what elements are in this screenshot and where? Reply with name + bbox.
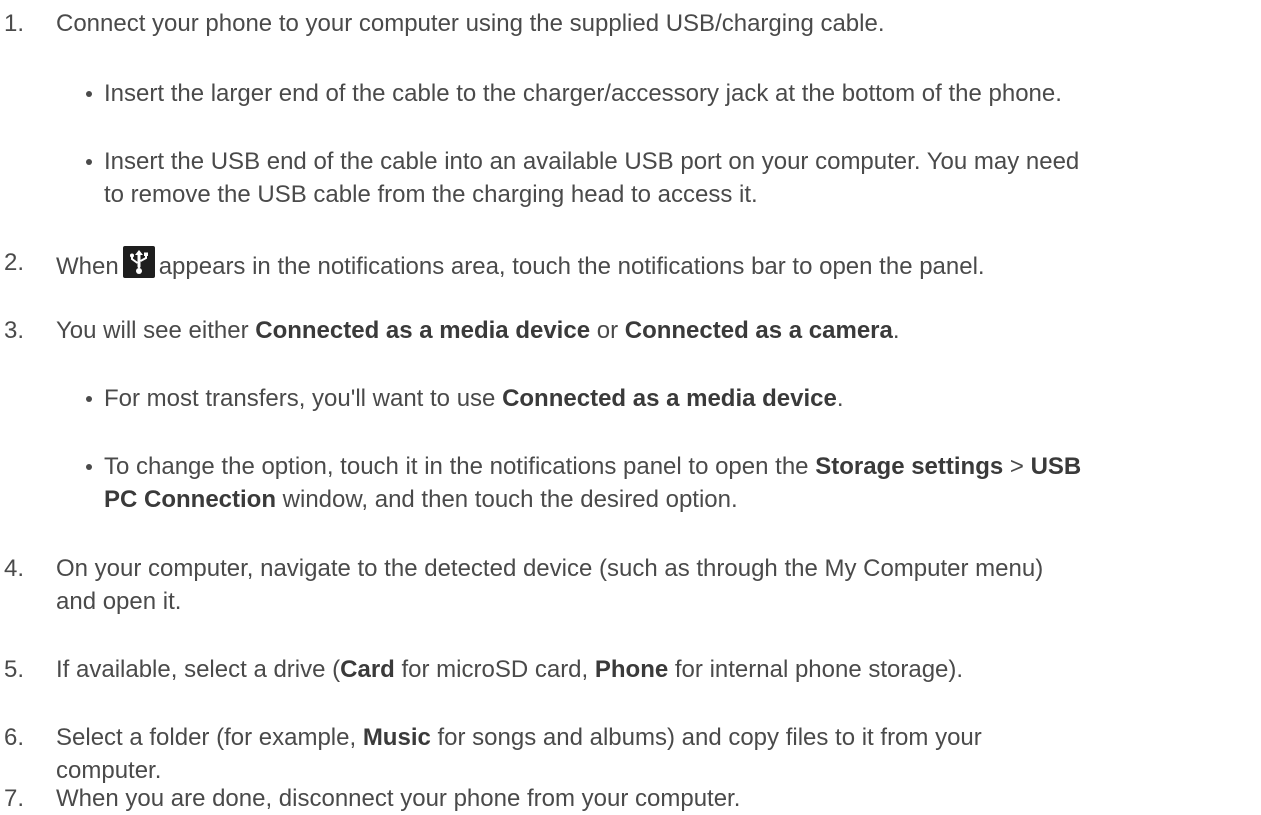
step-text: If available, select a drive (Card for m… bbox=[56, 653, 1250, 686]
step-text-part: for songs and albums) and copy files to … bbox=[430, 724, 982, 751]
usb-icon bbox=[122, 246, 155, 278]
bullet-line: PC Connection window, and then touch the… bbox=[104, 483, 1250, 516]
step-number: 5. bbox=[4, 656, 25, 683]
bullet-text: To change the option, touch it in the no… bbox=[104, 450, 1250, 516]
step-text-part: If available, select a drive ( bbox=[56, 656, 341, 683]
step-text-part: When bbox=[56, 253, 119, 280]
step-text-part: or bbox=[590, 317, 625, 344]
bullet-text-part: To change the option, touch it in the no… bbox=[104, 453, 816, 480]
step-line: and open it. bbox=[56, 588, 182, 615]
bullet-text-part: . bbox=[836, 385, 844, 412]
bullet-item: To change the option, touch it in the no… bbox=[0, 450, 1250, 516]
bullet-item: For most transfers, you'll want to use C… bbox=[0, 382, 1250, 415]
step-6: 6. Select a folder (for example, Music f… bbox=[0, 721, 1250, 787]
step-text-part: for internal phone storage). bbox=[668, 656, 964, 683]
step-text: When you are done, disconnect your phone… bbox=[56, 785, 741, 812]
step-text: Select a folder (for example, Music for … bbox=[56, 721, 1250, 787]
bullet-text: For most transfers, you'll want to use C… bbox=[104, 382, 1250, 415]
bullet-text-part: For most transfers, you'll want to use bbox=[104, 385, 503, 412]
step-line: On your computer, navigate to the detect… bbox=[56, 555, 1044, 582]
step-number: 2. bbox=[4, 249, 25, 276]
step-text-part: for microSD card, bbox=[394, 656, 595, 683]
step-text-part: Select a folder (for example, bbox=[56, 724, 363, 751]
step-text-part: appears in the notifications area, touch… bbox=[158, 253, 985, 280]
storage-settings-label: Storage settings bbox=[815, 453, 1004, 480]
bullet-dot bbox=[86, 91, 92, 97]
card-label: Card bbox=[340, 656, 395, 683]
step-5: 5. If available, select a drive (Card fo… bbox=[0, 653, 1250, 686]
usb-label: USB bbox=[1030, 453, 1082, 480]
option-media-device: Connected as a media device bbox=[502, 385, 837, 412]
step-number: 7. bbox=[4, 785, 25, 812]
bullet-item: Insert the USB end of the cable into an … bbox=[0, 145, 1250, 211]
step-number: 6. bbox=[4, 724, 25, 751]
step-number: 3. bbox=[4, 317, 25, 344]
bullet-line: to remove the USB cable from the chargin… bbox=[104, 181, 758, 208]
bullet-item: Insert the larger end of the cable to th… bbox=[0, 77, 1250, 110]
bullet-text-part: > bbox=[1003, 453, 1031, 480]
step-1: 1. Connect your phone to your computer u… bbox=[0, 7, 1250, 40]
option-camera: Connected as a camera bbox=[624, 317, 893, 344]
step-text: You will see either Connected as a media… bbox=[56, 314, 1250, 347]
step-text-part: . bbox=[892, 317, 900, 344]
step-7: 7. When you are done, disconnect your ph… bbox=[0, 782, 1250, 815]
step-text: Connect your phone to your computer usin… bbox=[56, 10, 885, 37]
step-line: Select a folder (for example, Music for … bbox=[56, 721, 1250, 754]
step-text: On your computer, navigate to the detect… bbox=[56, 552, 1250, 618]
bullet-text-part: window, and then touch the desired optio… bbox=[276, 486, 738, 513]
bullet-text: Insert the larger end of the cable to th… bbox=[104, 80, 1062, 107]
bullet-dot bbox=[86, 159, 92, 165]
bullet-dot bbox=[86, 464, 92, 470]
step-number: 1. bbox=[4, 10, 25, 37]
step-3: 3. You will see either Connected as a me… bbox=[0, 314, 1250, 347]
bullet-dot bbox=[86, 396, 92, 402]
phone-label: Phone bbox=[594, 656, 669, 683]
option-media-device: Connected as a media device bbox=[255, 317, 591, 344]
step-2: 2. When appears in the notifications are… bbox=[0, 246, 1250, 283]
bullet-line: To change the option, touch it in the no… bbox=[104, 450, 1250, 483]
bullet-text: Insert the USB end of the cable into an … bbox=[104, 145, 1250, 211]
bullet-line: Insert the USB end of the cable into an … bbox=[104, 148, 1080, 175]
step-text-part: You will see either bbox=[56, 317, 256, 344]
music-label: Music bbox=[362, 724, 431, 751]
step-number: 4. bbox=[4, 555, 25, 582]
step-4: 4. On your computer, navigate to the det… bbox=[0, 552, 1250, 618]
instructions-page: 1. Connect your phone to your computer u… bbox=[0, 0, 1261, 812]
pc-connection-label: PC Connection bbox=[104, 486, 276, 513]
step-text: When appears in the notifications area, … bbox=[56, 246, 1250, 283]
